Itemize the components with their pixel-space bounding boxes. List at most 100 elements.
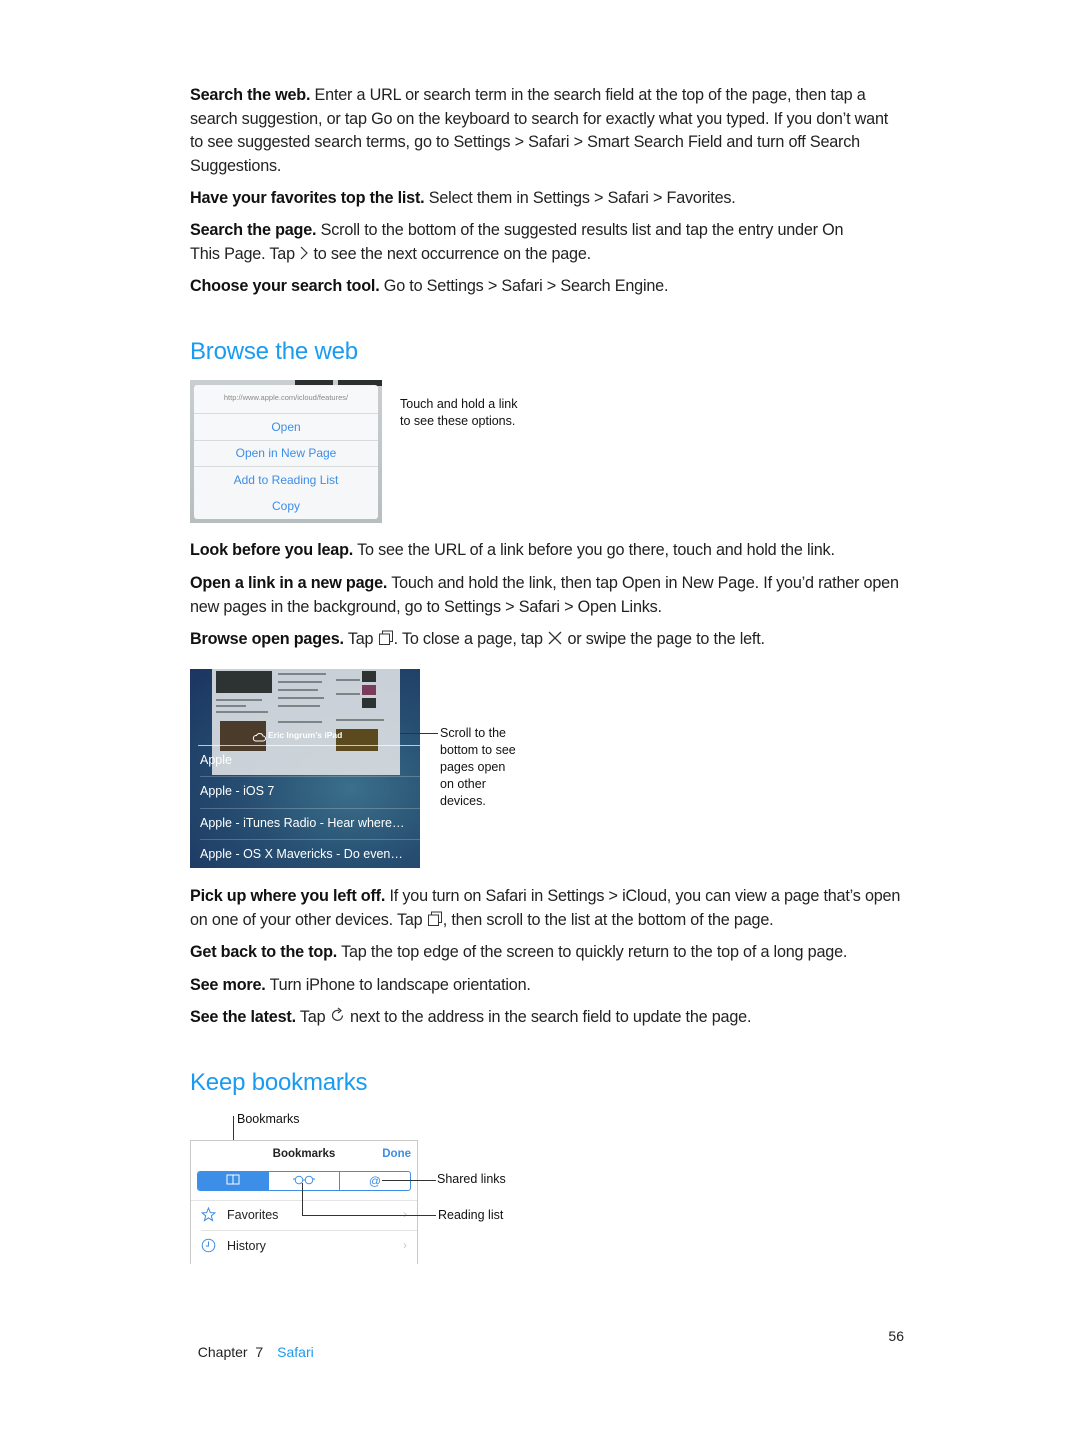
thumbnail — [362, 698, 376, 708]
paragraph-see-more: See more. Turn iPhone to landscape orien… — [190, 974, 902, 998]
body-text: or swipe the page to the left. — [563, 630, 765, 648]
text-line — [336, 719, 384, 721]
divider — [191, 1200, 417, 1201]
menu-item-copy[interactable]: Copy — [194, 499, 378, 513]
thumbnail — [216, 671, 272, 693]
at-icon: @ — [368, 1174, 382, 1188]
paragraph-favorites: Have your favorites top the list. Select… — [190, 187, 902, 211]
lead-text: See more. — [190, 976, 266, 994]
lead-text: Search the page. — [190, 221, 317, 239]
chapter-name-link[interactable]: Safari — [277, 1344, 314, 1360]
menu-item-open-new-page[interactable]: Open in New Page — [194, 446, 378, 460]
body-text: . To close a page, tap — [393, 630, 548, 648]
body-text: Tap — [343, 630, 378, 648]
text-line — [216, 711, 268, 713]
body-text: Tap — [295, 1008, 330, 1026]
body-text: Tap the top edge of the screen to quickl… — [337, 943, 848, 961]
body-text: , then scroll to the list at the bottom … — [442, 910, 774, 929]
icloud-tabs-screenshot: Eric Ingrum’s iPad Apple Apple - iOS 7 A… — [190, 669, 420, 868]
menu-item-open[interactable]: Open — [194, 420, 378, 434]
lead-text: Choose your search tool. — [190, 277, 380, 295]
callout-line: pages open — [440, 760, 506, 774]
segment-reading-list[interactable] — [269, 1172, 340, 1190]
paragraph-open-link: Open a link in a new page. Touch and hol… — [190, 572, 902, 619]
callout-shared-links: Shared links — [437, 1172, 506, 1186]
chapter-label: Chapter 7 — [197, 1344, 264, 1360]
chevron-right-icon — [299, 245, 309, 269]
divider — [200, 808, 420, 809]
thumbnail — [362, 685, 376, 695]
divider — [194, 440, 378, 441]
page-number: 56 — [888, 1328, 904, 1344]
paragraph-search-page: Search the page. Scroll to the bottom of… — [190, 219, 870, 268]
body-text: To see the URL of a link before you go t… — [353, 541, 835, 559]
star-icon — [200, 1206, 217, 1227]
segmented-control: @ — [197, 1171, 411, 1191]
body-text: next to the address in the search field … — [345, 1008, 752, 1026]
tab-list-item[interactable]: Apple — [200, 753, 232, 767]
glasses-icon — [292, 1172, 316, 1190]
callout-line: Touch and hold a link — [400, 397, 518, 411]
lead-text: Pick up where you left off. — [190, 887, 386, 905]
tab-list-item[interactable]: Apple - iTunes Radio - Hear where… — [200, 816, 405, 830]
divider — [194, 466, 378, 467]
divider — [200, 776, 420, 777]
reload-icon — [330, 1007, 346, 1032]
text-line — [278, 721, 322, 723]
done-button[interactable]: Done — [382, 1148, 411, 1160]
paragraph-search-web: Search the web. Enter a URL or search te… — [190, 84, 902, 178]
paragraph-pick-up: Pick up where you left off. If you turn … — [190, 885, 902, 934]
body-text: Select them in Settings > Safari > Favor… — [424, 189, 736, 207]
body-text: Go to Settings > Safari > Search Engine. — [379, 277, 669, 295]
callout-leader-line — [400, 733, 438, 734]
pages-icon — [427, 910, 443, 935]
lead-text: Look before you leap. — [190, 541, 354, 559]
paragraph-back-top: Get back to the top. Tap the top edge of… — [190, 941, 902, 965]
text-line — [278, 681, 322, 683]
callout-leader-line — [382, 1180, 436, 1181]
divider — [198, 745, 420, 746]
callout-reading-list: Reading list — [438, 1208, 504, 1222]
list-item-history[interactable]: History — [227, 1239, 266, 1253]
lead-text: Have your favorites top the list. — [190, 189, 425, 207]
paragraph-look-before: Look before you leap. To see the URL of … — [190, 539, 902, 563]
callout-leader-line — [302, 1215, 436, 1216]
section-heading-browse: Browse the web — [190, 338, 358, 365]
callout-line: bottom to see — [440, 743, 516, 757]
callout-leader-line — [302, 1183, 303, 1215]
callout-line: Scroll to the — [440, 726, 507, 740]
section-heading-bookmarks: Keep bookmarks — [190, 1069, 368, 1096]
tab-list-item[interactable]: Apple - OS X Mavericks - Do even… — [200, 847, 403, 861]
pages-icon — [378, 629, 394, 654]
callout-link-menu: Touch and hold a link to see these optio… — [400, 396, 517, 430]
lead-text: Get back to the top. — [190, 943, 338, 961]
text-line — [278, 697, 324, 699]
body-text: Turn iPhone to landscape orientation. — [265, 976, 531, 994]
thumbnail — [362, 671, 376, 682]
divider — [201, 1230, 417, 1231]
text-line — [336, 679, 360, 681]
callout-line: to see these options. — [400, 414, 516, 428]
clock-icon — [201, 1238, 216, 1258]
link-url: http://www.apple.com/icloud/features/ — [223, 393, 349, 402]
text-line — [216, 705, 246, 707]
lead-text: Open a link in a new page. — [190, 574, 388, 592]
list-item-favorites[interactable]: Favorites — [227, 1208, 278, 1222]
callout-icloud-tabs: Scroll to the bottom to see pages open o… — [440, 725, 516, 810]
chevron-right-icon: › — [403, 1238, 407, 1252]
menu-item-add-reading-list[interactable]: Add to Reading List — [194, 473, 378, 487]
device-name: Eric Ingrum’s iPad — [268, 730, 343, 740]
paragraph-see-latest: See the latest. Tap next to the address … — [190, 1006, 902, 1032]
tab-list-item[interactable]: Apple - iOS 7 — [200, 784, 274, 798]
footer-chapter: Chapter 7 Safari — [190, 1328, 314, 1360]
text-line — [278, 689, 318, 691]
segment-bookmarks[interactable] — [198, 1172, 269, 1190]
segment-shared-links[interactable]: @ — [340, 1172, 410, 1190]
webpage-preview — [212, 669, 400, 775]
chevron-right-icon: › — [403, 1207, 407, 1221]
text-line — [278, 705, 320, 707]
action-sheet: http://www.apple.com/icloud/features/ Op… — [194, 385, 378, 519]
close-icon — [547, 630, 563, 654]
link-menu-screenshot: http://www.apple.com/icloud/features/ Op… — [190, 380, 382, 523]
text-line — [336, 693, 360, 695]
